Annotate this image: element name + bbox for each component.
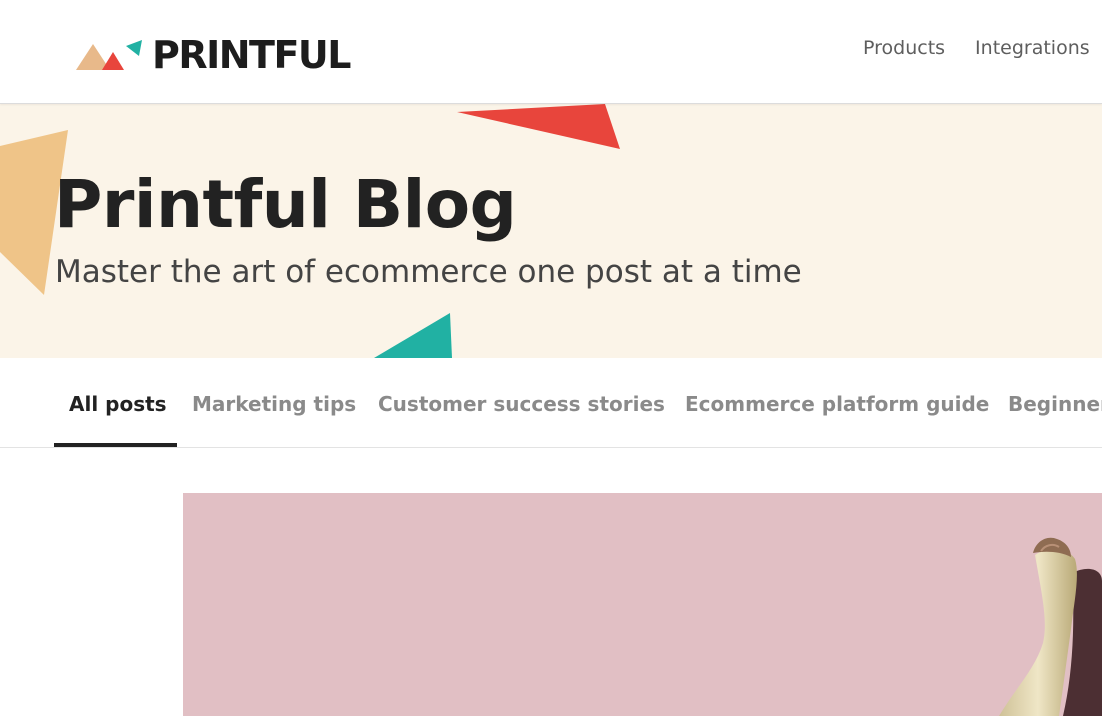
printful-logo[interactable]: PRINTFUL [76,33,352,77]
tab-customer-success-stories[interactable]: Customer success stories [363,358,680,447]
page-title: Printful Blog [54,166,517,243]
tab-marketing-tips[interactable]: Marketing tips [177,358,371,447]
logo-wordmark: PRINTFUL [152,33,352,77]
main-nav: Products Integrations [863,35,1102,61]
printful-blog-page: PRINTFUL Products Integrations Printful … [0,0,1102,716]
blog-hero: Printful Blog Master the art of ecommerc… [0,104,1102,358]
featured-post-image[interactable] [183,493,1102,716]
top-navigation: PRINTFUL Products Integrations [0,0,1102,104]
tab-beginner[interactable]: Beginner [993,358,1102,447]
page-subtitle: Master the art of ecommerce one post at … [55,254,802,290]
category-tabs: All posts Marketing tips Customer succes… [0,358,1102,448]
nav-link-integrations[interactable]: Integrations [975,35,1090,61]
teal-triangle-decoration [374,313,452,358]
tab-all-posts[interactable]: All posts [54,358,177,447]
printful-logo-icon [76,40,142,70]
nav-link-products[interactable]: Products [863,35,945,61]
red-triangle-decoration [457,104,620,149]
tab-ecommerce-platform-guide[interactable]: Ecommerce platform guide [670,358,1004,447]
banana-image [999,537,1102,716]
